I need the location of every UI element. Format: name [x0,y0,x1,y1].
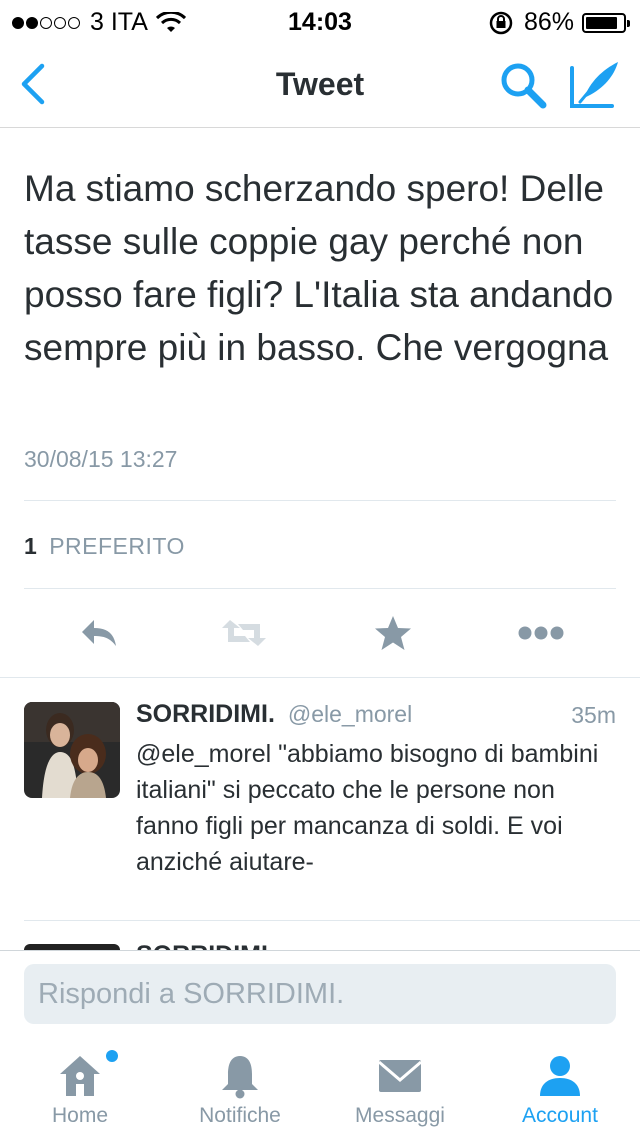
avatar-photo [24,702,120,798]
tab-label: Home [51,1104,109,1127]
tab-account[interactable]: Account [480,1036,640,1136]
bell-icon [222,1056,258,1099]
tab-home[interactable]: Home [0,1036,160,1136]
tab-label: Messaggi [355,1104,445,1127]
retweet-icon [222,620,266,646]
envelope-icon [378,1060,422,1092]
reply-composer [0,950,640,1036]
more-icon [518,626,564,640]
reply-time: 35m [571,702,616,728]
reply-text[interactable]: @ele_morel "abbiamo bisogno di bambini i… [136,736,620,880]
tab-messages[interactable]: Messaggi [320,1036,480,1136]
divider [24,920,640,921]
tab-bar: Home Notifiche Messaggi Account [0,1036,640,1136]
reply-button[interactable] [74,608,124,658]
reply-author-handle[interactable]: @ele_morel [288,701,412,727]
divider [24,588,616,589]
more-button[interactable] [516,608,566,658]
avatar[interactable] [24,702,120,798]
reply-header: SORRIDIMI. @ele_morel 35m [136,700,616,732]
favorite-button[interactable] [368,608,418,658]
tab-label: Notifiche [199,1104,281,1127]
tweet-timestamp: 30/08/15 13:27 [24,446,178,472]
navigation-bar: Tweet [0,40,640,128]
divider [0,677,640,678]
tweet-text: Ma stiamo scherzando spero! Delle tasse … [24,168,614,368]
reply-input[interactable] [24,964,616,1024]
battery-icon [582,12,630,33]
status-bar: 3 ITA 14:03 86% [0,0,640,40]
home-icon [60,1056,100,1096]
reply-author-name[interactable]: SORRIDIMI. [136,700,275,728]
star-icon [375,616,411,650]
favorites-label: PREFERITO [49,533,185,559]
battery-info: 86% [488,8,630,37]
retweet-button[interactable] [219,608,269,658]
tab-label: Account [522,1104,598,1127]
compose-icon[interactable] [568,58,622,110]
person-icon [540,1056,580,1096]
divider [24,500,616,501]
favorites-row[interactable]: 1 PREFERITO [24,533,185,560]
tab-notifications[interactable]: Notifiche [160,1036,320,1136]
orientation-lock-icon [489,11,513,34]
reply-icon [82,620,116,646]
notification-badge [106,1050,118,1062]
tweet-actions [0,608,640,658]
favorites-count: 1 [24,533,37,559]
battery-level [586,16,617,29]
search-icon[interactable] [498,60,548,110]
next-reply-author-name: SORRIDIMI. [136,940,296,950]
battery-percent: 86% [523,8,574,36]
